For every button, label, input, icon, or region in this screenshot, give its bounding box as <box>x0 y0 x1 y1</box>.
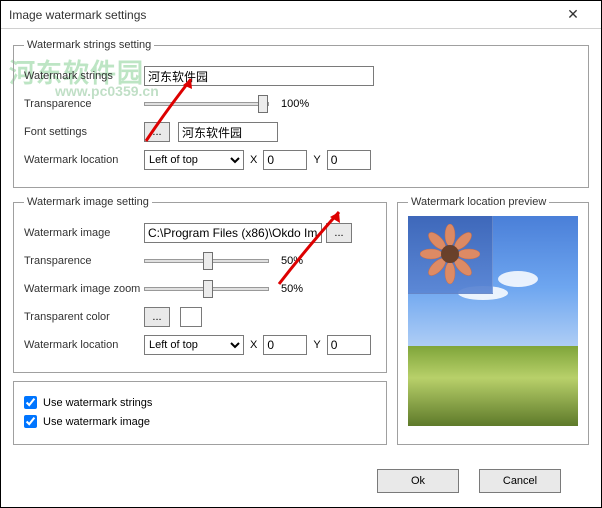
img-y-label: Y <box>313 339 320 351</box>
strings-group: Watermark strings setting Watermark stri… <box>13 39 589 188</box>
use-strings-label: Use watermark strings <box>43 397 152 409</box>
titlebar: Image watermark settings ✕ <box>1 1 601 29</box>
img-y-input[interactable] <box>327 335 371 355</box>
strings-input[interactable] <box>144 66 374 86</box>
img-transparence-value: 50% <box>281 255 303 267</box>
location-label: Watermark location <box>24 154 144 166</box>
image-path-input[interactable] <box>144 223 322 243</box>
strings-label: Watermark strings <box>24 70 144 82</box>
location-select[interactable]: Left of top <box>144 150 244 170</box>
color-swatch <box>180 307 202 327</box>
use-image-checkbox[interactable] <box>24 415 37 428</box>
img-x-input[interactable] <box>263 335 307 355</box>
close-button[interactable]: ✕ <box>553 1 593 29</box>
ok-button[interactable]: Ok <box>377 469 459 493</box>
font-sample[interactable] <box>178 122 278 142</box>
strings-legend: Watermark strings setting <box>24 39 154 51</box>
zoom-label: Watermark image zoom <box>24 283 144 295</box>
cancel-button[interactable]: Cancel <box>479 469 561 493</box>
transparence-label: Transparence <box>24 98 144 110</box>
zoom-value: 50% <box>281 283 303 295</box>
preview-group: Watermark location preview <box>397 196 589 445</box>
y-label: Y <box>313 154 320 166</box>
img-x-label: X <box>250 339 257 351</box>
window-title: Image watermark settings <box>9 8 146 22</box>
zoom-slider[interactable] <box>144 287 269 291</box>
use-image-label: Use watermark image <box>43 416 150 428</box>
x-label: X <box>250 154 257 166</box>
color-label: Transparent color <box>24 311 144 323</box>
preview-legend: Watermark location preview <box>408 196 549 208</box>
image-legend: Watermark image setting <box>24 196 152 208</box>
y-input[interactable] <box>327 150 371 170</box>
options-group: Use watermark strings Use watermark imag… <box>13 381 387 445</box>
font-button[interactable]: ... <box>144 122 170 142</box>
transparence-value: 100% <box>281 98 309 110</box>
img-location-select[interactable]: Left of top <box>144 335 244 355</box>
img-transparence-slider[interactable] <box>144 259 269 263</box>
preview-image <box>408 216 578 426</box>
img-transparence-label: Transparence <box>24 255 144 267</box>
browse-button[interactable]: ... <box>326 223 352 243</box>
image-group: Watermark image setting Watermark image … <box>13 196 387 373</box>
font-label: Font settings <box>24 126 144 138</box>
transparence-slider[interactable] <box>144 102 269 106</box>
image-label: Watermark image <box>24 227 144 239</box>
use-strings-checkbox[interactable] <box>24 396 37 409</box>
color-button[interactable]: ... <box>144 307 170 327</box>
watermark-overlay <box>408 216 493 294</box>
x-input[interactable] <box>263 150 307 170</box>
img-location-label: Watermark location <box>24 339 144 351</box>
